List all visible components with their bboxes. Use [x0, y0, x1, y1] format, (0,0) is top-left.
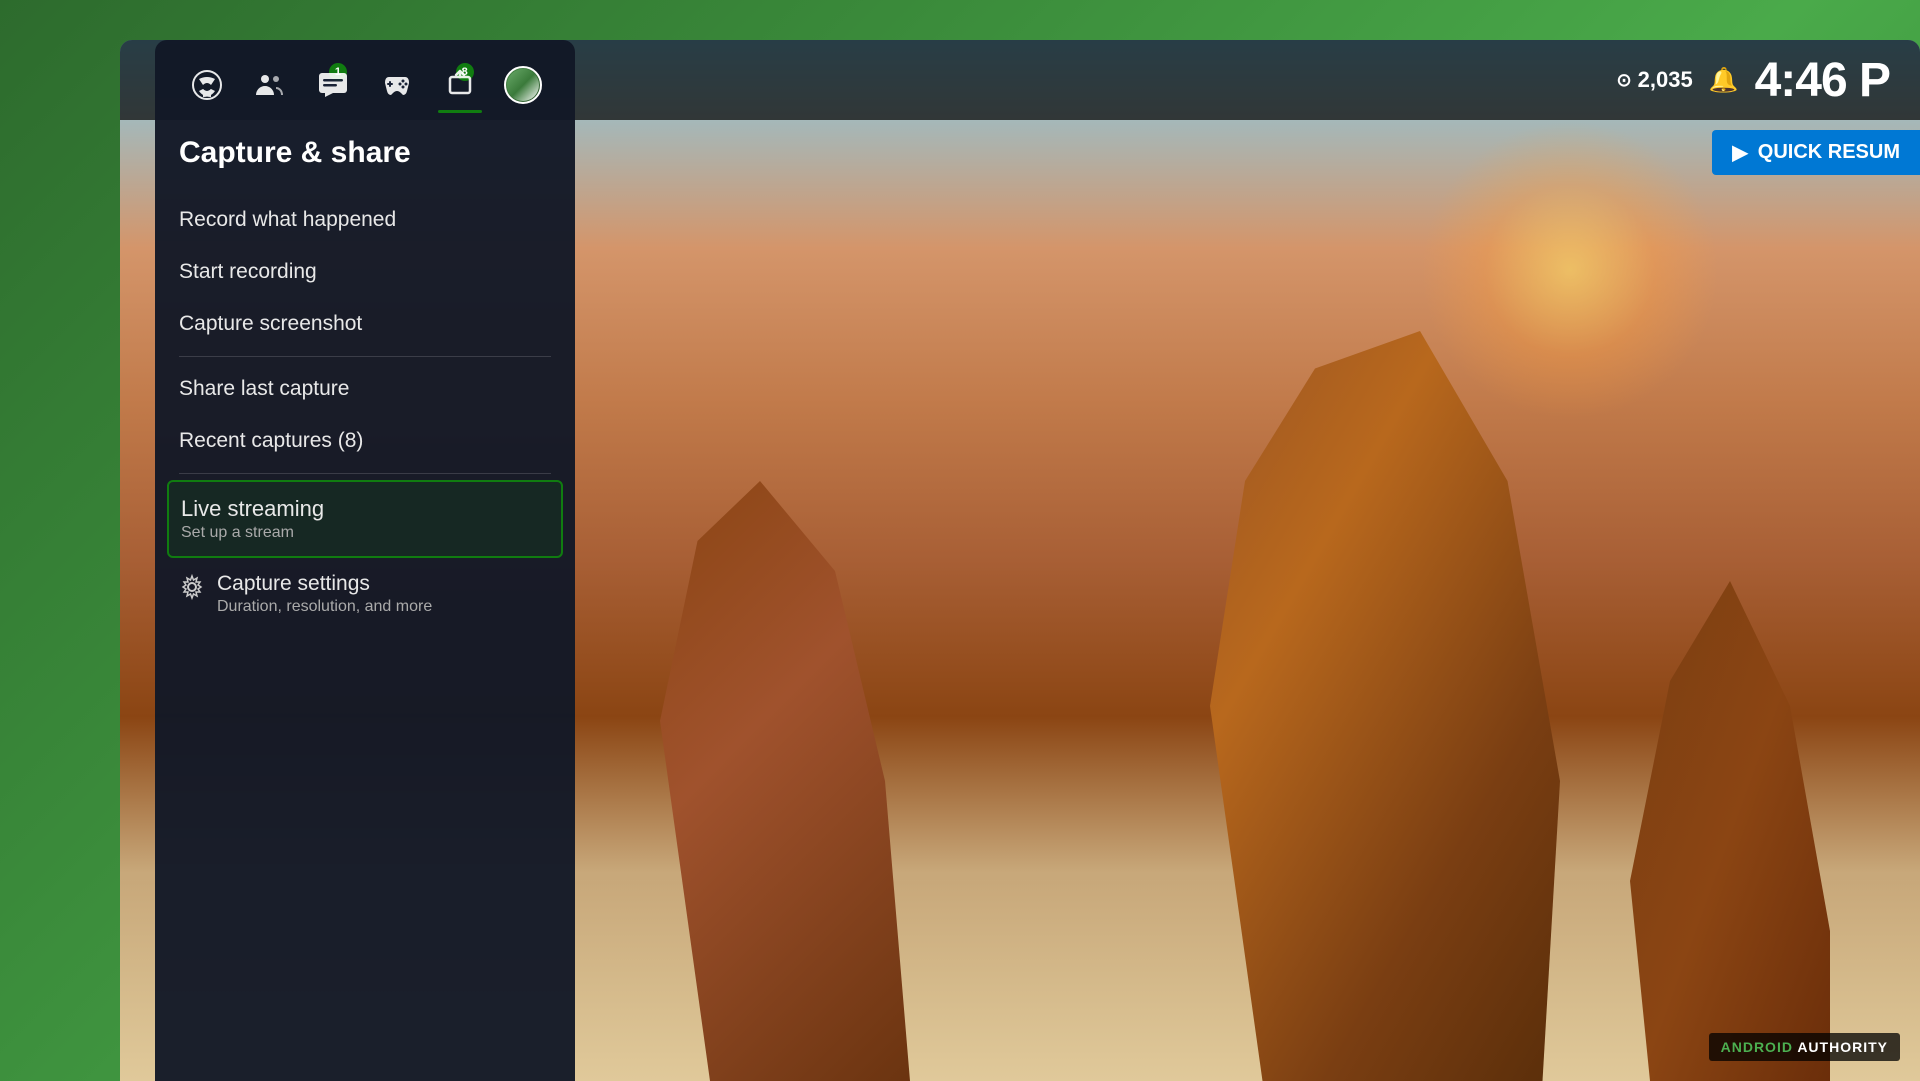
menu-item-capture-screenshot[interactable]: Capture screenshot [179, 298, 551, 350]
nav-item-avatar[interactable] [492, 58, 555, 116]
rock-center [1210, 331, 1560, 1081]
rock-right [1630, 581, 1830, 1081]
menu-item-share-last-capture[interactable]: Share last capture [179, 363, 551, 415]
controller-icon [381, 69, 413, 101]
people-icon [254, 69, 286, 101]
panel-title: Capture & share [179, 136, 551, 170]
watermark-suffix: AUTHORITY [1793, 1039, 1888, 1055]
watermark-brand: ANDROID [1721, 1039, 1793, 1055]
divider-2 [179, 473, 551, 474]
menu-item-start-recording[interactable]: Start recording [179, 246, 551, 298]
divider-1 [179, 356, 551, 357]
capture-settings-text: Capture settings Duration, resolution, a… [217, 572, 432, 616]
nav-icons-row: 1 8 [155, 40, 575, 116]
menu-item-capture-settings[interactable]: Capture settings Duration, resolution, a… [179, 558, 551, 630]
nav-item-xbox[interactable] [175, 61, 238, 113]
watermark: ANDROID AUTHORITY [1709, 1033, 1900, 1061]
gear-icon [179, 574, 205, 600]
xbox-panel: 1 8 [155, 40, 575, 1081]
play-icon: ▶ [1732, 140, 1747, 165]
time-display: 4:46 P [1755, 53, 1890, 108]
share-icon [444, 69, 476, 101]
quick-resume-label: QUICK RESUM [1758, 141, 1900, 164]
nav-item-chat[interactable]: 1 [302, 61, 365, 113]
sun-glow [1420, 120, 1720, 420]
gamerscore-value: 2,035 [1638, 67, 1693, 93]
xbox-logo-icon [191, 69, 223, 101]
notification-bell-icon: 🔔 [1709, 66, 1739, 95]
avatar-image [507, 69, 539, 101]
chat-icon [317, 69, 349, 101]
menu-item-live-streaming[interactable]: Live streaming Set up a stream [167, 480, 563, 558]
quick-resume-button[interactable]: ▶ QUICK RESUM [1712, 130, 1920, 175]
panel-content: Capture & share Record what happened Sta… [155, 116, 575, 1081]
gamerscore-display: ⊙ 2,035 [1617, 67, 1693, 93]
nav-item-people[interactable] [238, 61, 301, 113]
menu-item-record-what-happened[interactable]: Record what happened [179, 194, 551, 246]
top-bar-right: ⊙ 2,035 🔔 4:46 P [1617, 53, 1890, 108]
menu-item-recent-captures[interactable]: Recent captures (8) [179, 415, 551, 467]
nav-item-controller[interactable] [365, 61, 428, 113]
nav-item-share[interactable]: 8 [428, 61, 491, 113]
user-avatar [504, 66, 542, 104]
rock-left [660, 481, 910, 1081]
gamerscore-icon: ⊙ [1617, 70, 1632, 91]
